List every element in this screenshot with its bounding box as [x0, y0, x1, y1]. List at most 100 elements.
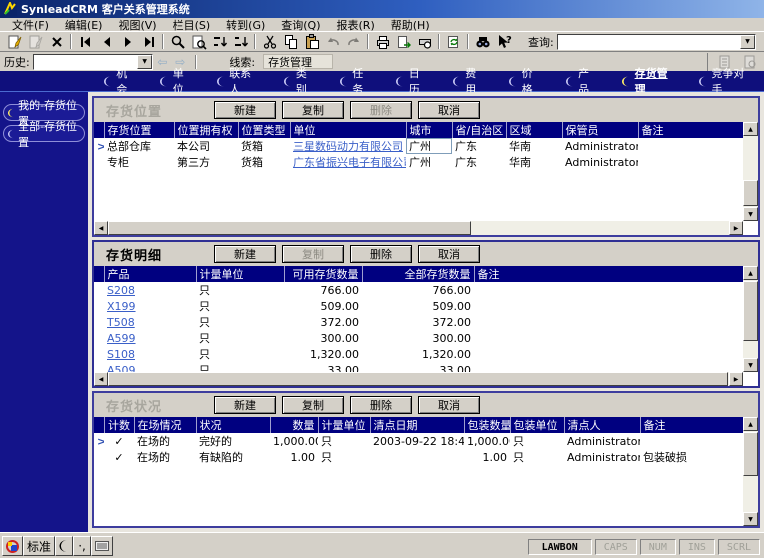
- preview-icon[interactable]: [188, 33, 209, 51]
- cut-icon[interactable]: [259, 33, 280, 51]
- horizontal-scrollbar[interactable]: ◀ ▶: [94, 372, 743, 386]
- location-new-button[interactable]: 新建: [214, 101, 276, 119]
- column-header[interactable]: 全部存货数量: [361, 266, 474, 282]
- scroll-down-icon[interactable]: ▼: [743, 358, 758, 372]
- location-copy-button[interactable]: 复制: [282, 101, 344, 119]
- menu-file[interactable]: 文件(F): [4, 17, 57, 33]
- tab-calendar[interactable]: 日历: [384, 67, 440, 96]
- menu-query[interactable]: 查询(Q): [273, 17, 328, 33]
- column-header[interactable]: 计量单位: [195, 266, 284, 282]
- status-delete-button[interactable]: 删除: [350, 396, 412, 414]
- ime-keyboard-icon[interactable]: [91, 536, 114, 556]
- column-header[interactable]: 备注: [473, 266, 743, 282]
- cell-link[interactable]: T508: [107, 316, 135, 329]
- sort-asc-icon[interactable]: [209, 33, 230, 51]
- detail-delete-button[interactable]: 删除: [350, 245, 412, 263]
- cell-link[interactable]: A599: [107, 332, 136, 345]
- cell-link[interactable]: 广东省振兴电子有限公司: [293, 156, 406, 169]
- column-header[interactable]: 城市: [405, 122, 452, 138]
- vertical-scrollbar[interactable]: ▲ ▼: [743, 266, 758, 372]
- table-row[interactable]: > ✓ 在场的 完好的 1,000.00 只 2003-09-22 18:47 1,000.0…: [94, 433, 743, 449]
- help-icon[interactable]: ?: [493, 33, 514, 51]
- scroll-right-icon[interactable]: ▶: [729, 372, 743, 386]
- status-copy-button[interactable]: 复制: [282, 396, 344, 414]
- table-row[interactable]: A509 只 33.00 33.00: [94, 362, 743, 372]
- scroll-thumb[interactable]: [743, 432, 758, 476]
- find-icon[interactable]: [472, 33, 493, 51]
- copy-icon[interactable]: [280, 33, 301, 51]
- scroll-thumb[interactable]: [108, 221, 472, 235]
- next-record-icon[interactable]: [117, 33, 138, 51]
- menu-columns[interactable]: 栏目(S): [165, 17, 219, 33]
- vertical-scrollbar[interactable]: ▲ ▼: [743, 417, 758, 526]
- tab-expense[interactable]: 费用: [441, 67, 497, 96]
- horizontal-scrollbar[interactable]: ◀ ▶: [94, 221, 743, 235]
- table-row[interactable]: X199 只 509.00 509.00: [94, 298, 743, 314]
- column-header[interactable]: 单位: [289, 122, 406, 138]
- table-row[interactable]: T508 只 372.00 372.00: [94, 314, 743, 330]
- column-header[interactable]: 包装数量: [463, 417, 510, 433]
- location-cancel-button[interactable]: 取消: [418, 101, 480, 119]
- status-new-button[interactable]: 新建: [214, 396, 276, 414]
- column-header[interactable]: 包装单位: [509, 417, 564, 433]
- cell-link[interactable]: A509: [107, 364, 136, 373]
- scroll-down-icon[interactable]: ▼: [743, 207, 758, 221]
- cell-link[interactable]: S108: [107, 348, 135, 361]
- print-icon[interactable]: [372, 33, 393, 51]
- scroll-right-icon[interactable]: ▶: [729, 221, 743, 235]
- query-dropdown-icon[interactable]: ▼: [740, 34, 755, 49]
- column-header[interactable]: 备注: [637, 122, 743, 138]
- menu-goto[interactable]: 转到(G): [218, 17, 273, 33]
- column-header[interactable]: 位置拥有权: [173, 122, 238, 138]
- scroll-up-icon[interactable]: ▲: [743, 122, 758, 136]
- tab-product[interactable]: 产品: [554, 67, 610, 96]
- table-row[interactable]: > 总部仓库 本公司 货箱 三星数码动力有限公司 广州 广东 华南 Administrator: [94, 138, 743, 154]
- table-row[interactable]: 专柜 第三方 货箱 广东省振兴电子有限公司 广州 广东 华南 Administrator: [94, 154, 743, 170]
- tab-inventory[interactable]: 存货管理: [610, 67, 687, 96]
- scroll-thumb[interactable]: [743, 180, 758, 206]
- export-icon[interactable]: [393, 33, 414, 51]
- column-header[interactable]: 产品: [103, 266, 196, 282]
- cell-link[interactable]: 三星数码动力有限公司: [293, 140, 403, 153]
- prev-record-icon[interactable]: [96, 33, 117, 51]
- detail-new-button[interactable]: 新建: [214, 245, 276, 263]
- column-header[interactable]: 保管员: [561, 122, 638, 138]
- table-row[interactable]: S208 只 766.00 766.00: [94, 282, 743, 298]
- print-preview-icon[interactable]: [414, 33, 435, 51]
- column-header[interactable]: 备注: [639, 417, 743, 433]
- ime-mode-button[interactable]: 标准: [23, 536, 56, 556]
- menu-view[interactable]: 视图(V): [110, 17, 164, 33]
- ime-fullwidth-moon-icon[interactable]: [55, 536, 74, 556]
- query-combobox[interactable]: ▼: [556, 33, 756, 50]
- column-header[interactable]: 在场情况: [133, 417, 196, 433]
- menu-reports[interactable]: 报表(R): [329, 17, 383, 33]
- cell-link[interactable]: X199: [107, 300, 136, 313]
- detail-cancel-button[interactable]: 取消: [418, 245, 480, 263]
- refresh-icon[interactable]: [443, 33, 464, 51]
- tab-price[interactable]: 价格: [497, 67, 553, 96]
- column-header[interactable]: 清点人: [563, 417, 640, 433]
- cell-link[interactable]: S208: [107, 284, 135, 297]
- table-row[interactable]: ✓ 在场的 有缺陷的 1.00 只 1.00 只 Administrator 包装破损: [94, 449, 743, 465]
- delete-icon[interactable]: [46, 33, 67, 51]
- tab-task[interactable]: 任务: [328, 67, 384, 96]
- tab-opportunity[interactable]: 机会: [92, 67, 148, 96]
- table-row[interactable]: A599 只 300.00 300.00: [94, 330, 743, 346]
- scroll-up-icon[interactable]: ▲: [743, 266, 758, 280]
- column-header[interactable]: 计量单位: [317, 417, 370, 433]
- history-dropdown-icon[interactable]: ▼: [137, 54, 153, 69]
- new-icon[interactable]: [4, 33, 25, 51]
- vertical-scrollbar[interactable]: ▲ ▼: [743, 122, 758, 221]
- scroll-left-icon[interactable]: ◀: [94, 221, 108, 235]
- column-header[interactable]: 区域: [505, 122, 562, 138]
- status-cancel-button[interactable]: 取消: [418, 396, 480, 414]
- scroll-thumb[interactable]: [743, 281, 758, 341]
- tab-category[interactable]: 类别: [272, 67, 328, 96]
- menu-edit[interactable]: 编辑(E): [57, 17, 111, 33]
- search-icon[interactable]: [167, 33, 188, 51]
- menu-help[interactable]: 帮助(H): [383, 17, 438, 33]
- scroll-thumb[interactable]: [108, 372, 728, 386]
- sort-desc-icon[interactable]: [230, 33, 251, 51]
- ime-logo-icon[interactable]: [2, 536, 23, 556]
- column-header[interactable]: 数量: [269, 417, 318, 433]
